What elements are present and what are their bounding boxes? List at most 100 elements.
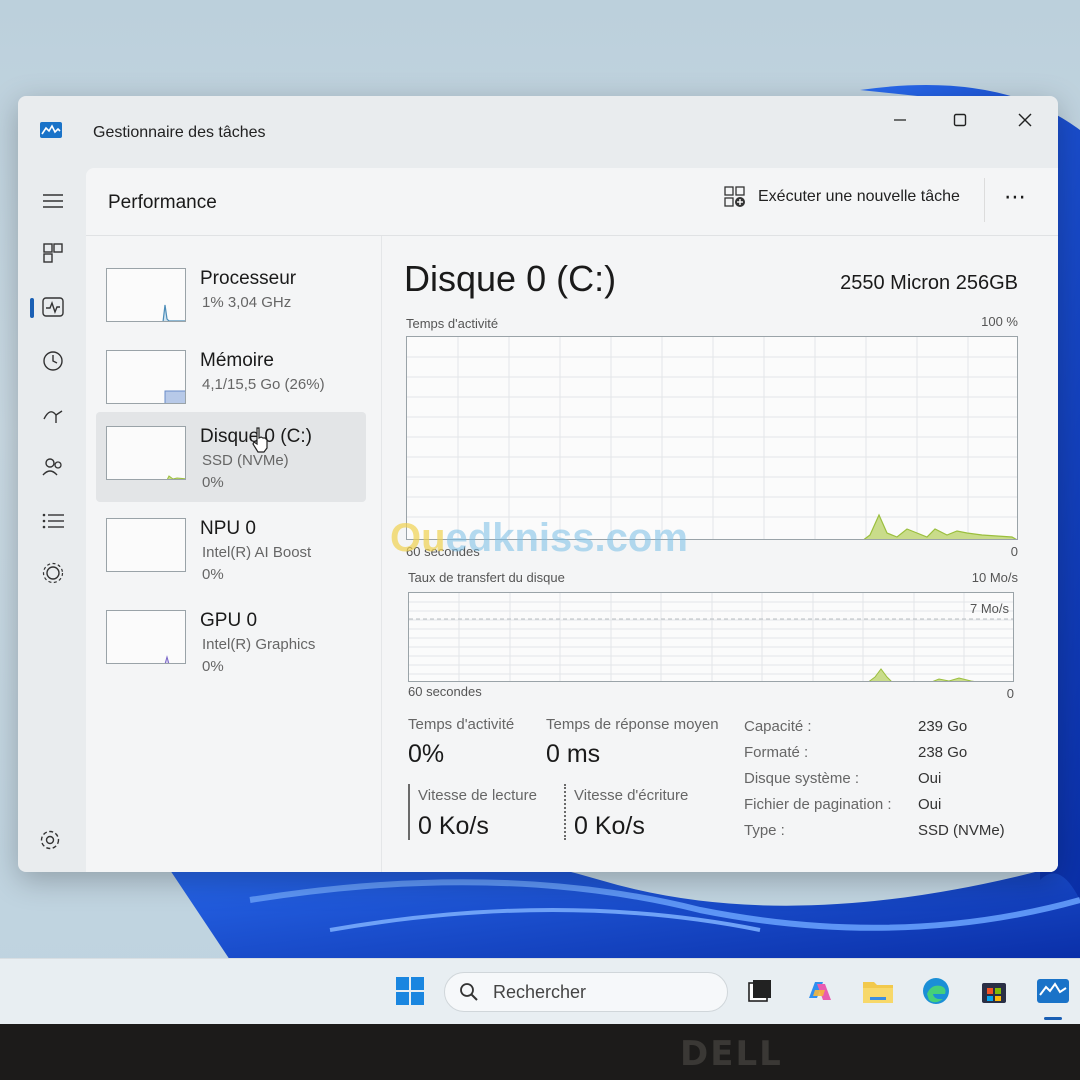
perf-item-name: GPU 0	[200, 610, 258, 631]
prop-type-value: SSD (NVMe)	[918, 822, 1005, 839]
activity-graph-min: 0	[1010, 544, 1018, 559]
details-list-icon	[42, 513, 64, 529]
window-title: Gestionnaire des tâches	[93, 124, 266, 141]
edge-browser-button[interactable]	[918, 973, 954, 1009]
perf-item-detail: SSD (NVMe)	[202, 452, 289, 469]
perf-item-name: Processeur	[200, 268, 297, 289]
activity-graph-label: Temps d'activité	[406, 316, 499, 331]
transfer-graph-min: 0	[1006, 686, 1014, 701]
write-speed-value: 0 Ko/s	[574, 812, 645, 840]
hamburger-menu-button[interactable]	[38, 186, 68, 216]
memory-thumbnail-graph	[106, 350, 186, 404]
perf-item-disk[interactable]: Disque 0 (C:) SSD (NVMe) 0%	[96, 412, 366, 502]
title-bar: Gestionnaire des tâches	[18, 96, 1058, 166]
dell-logo: DELL	[680, 1034, 783, 1074]
prop-system-disk-value: Oui	[918, 770, 942, 787]
nav-startup-apps[interactable]	[38, 400, 68, 430]
prop-formatted-value: 238 Go	[918, 744, 968, 761]
disk-thumbnail-graph	[106, 426, 186, 480]
services-icon	[42, 562, 64, 584]
perf-item-usage: 0%	[202, 658, 224, 675]
perf-item-name: NPU 0	[200, 518, 256, 539]
transfer-rate-graph: 7 Mo/s	[408, 592, 1014, 682]
navigation-rail	[18, 166, 86, 872]
windows-logo-icon	[396, 977, 424, 1005]
prop-page-file-value: Oui	[918, 796, 942, 813]
taskbar-active-indicator	[1044, 1017, 1062, 1020]
npu-thumbnail-graph	[106, 518, 186, 572]
perf-item-npu[interactable]: NPU 0 Intel(R) AI Boost 0%	[96, 504, 366, 594]
prop-capacity-value: 239 Go	[918, 718, 968, 735]
file-explorer-button[interactable]	[860, 973, 896, 1009]
nav-app-history[interactable]	[38, 346, 68, 376]
transfer-graph-max: 10 Mo/s	[971, 570, 1018, 585]
settings-button[interactable]	[38, 828, 62, 852]
task-manager-taskbar-button[interactable]	[1035, 973, 1071, 1009]
minimize-button[interactable]	[878, 104, 922, 136]
perf-item-detail: 4,1/15,5 Go (26%)	[202, 376, 325, 393]
activity-graph-max: 100 %	[981, 314, 1018, 329]
folder-icon	[863, 982, 893, 1003]
microsoft-store-button[interactable]	[976, 973, 1012, 1009]
minimize-icon	[894, 119, 906, 121]
startup-icon	[43, 410, 63, 423]
activity-time-graph	[406, 336, 1018, 540]
disk-title: Disque 0 (C:)	[404, 258, 617, 299]
write-speed-label: Vitesse d'écriture	[574, 787, 689, 804]
activity-graph-canvas	[407, 337, 1017, 539]
store-icon	[982, 983, 1006, 1003]
prop-page-file-label: Fichier de pagination :	[744, 796, 892, 813]
performance-icon	[42, 297, 64, 317]
perf-item-usage: 0%	[202, 474, 224, 491]
maximize-icon	[953, 113, 967, 127]
nav-services[interactable]	[38, 558, 68, 588]
prop-formatted-label: Formaté :	[744, 744, 809, 761]
response-time-value: 0 ms	[546, 740, 601, 768]
task-view-icon	[748, 980, 771, 1002]
response-time-label: Temps de réponse moyen	[546, 716, 719, 733]
users-icon	[42, 458, 62, 476]
processes-icon	[43, 243, 63, 263]
nav-performance[interactable]	[38, 292, 68, 322]
cpu-thumbnail-graph	[106, 268, 186, 322]
nav-users[interactable]	[38, 452, 68, 482]
read-speed-label: Vitesse de lecture	[418, 787, 537, 804]
perf-item-usage: 0%	[202, 566, 224, 583]
laptop-bezel: DELL	[0, 1024, 1080, 1080]
hand-cursor-icon	[252, 427, 268, 453]
taskbar: Rechercher	[0, 958, 1080, 1024]
close-button[interactable]	[1003, 104, 1047, 136]
task-manager-app-icon	[40, 122, 62, 138]
nav-processes[interactable]	[38, 238, 68, 268]
gpu-thumbnail-graph	[106, 610, 186, 664]
nav-details[interactable]	[38, 506, 68, 536]
copilot-icon	[809, 982, 831, 1000]
search-placeholder: Rechercher	[493, 981, 587, 1002]
content-header: Performance Exécuter une nouvelle tâche …	[86, 168, 1058, 236]
transfer-graph-label: Taux de transfert du disque	[408, 570, 565, 585]
taskbar-search-box[interactable]: Rechercher	[444, 972, 728, 1012]
task-manager-icon	[1037, 979, 1069, 1003]
perf-item-gpu[interactable]: GPU 0 Intel(R) Graphics 0%	[96, 596, 366, 686]
close-icon	[1018, 113, 1032, 127]
run-new-task-button[interactable]: Exécuter une nouvelle tâche	[724, 186, 960, 208]
perf-item-cpu[interactable]: Processeur 1% 3,04 GHz	[96, 254, 366, 344]
maximize-button[interactable]	[938, 104, 982, 136]
transfer-graph-inner-scale: 7 Mo/s	[969, 601, 1009, 616]
active-time-label: Temps d'activité	[408, 716, 515, 733]
nav-active-indicator	[30, 298, 34, 318]
prop-capacity-label: Capacité :	[744, 718, 812, 735]
header-divider	[984, 178, 985, 222]
more-options-button[interactable]: ⋯	[1004, 184, 1027, 210]
start-button[interactable]	[392, 973, 428, 1009]
watermark-logo: Ouedkniss.com	[390, 516, 688, 560]
active-time-value: 0%	[408, 740, 445, 768]
page-title: Performance	[108, 192, 217, 213]
copilot-button[interactable]	[802, 973, 838, 1009]
prop-system-disk-label: Disque système :	[744, 770, 860, 787]
transfer-graph-canvas	[409, 593, 1013, 681]
history-icon	[43, 351, 63, 371]
perf-item-name: Mémoire	[200, 350, 274, 371]
run-task-label: Exécuter une nouvelle tâche	[758, 188, 960, 205]
task-view-button[interactable]	[742, 973, 778, 1009]
